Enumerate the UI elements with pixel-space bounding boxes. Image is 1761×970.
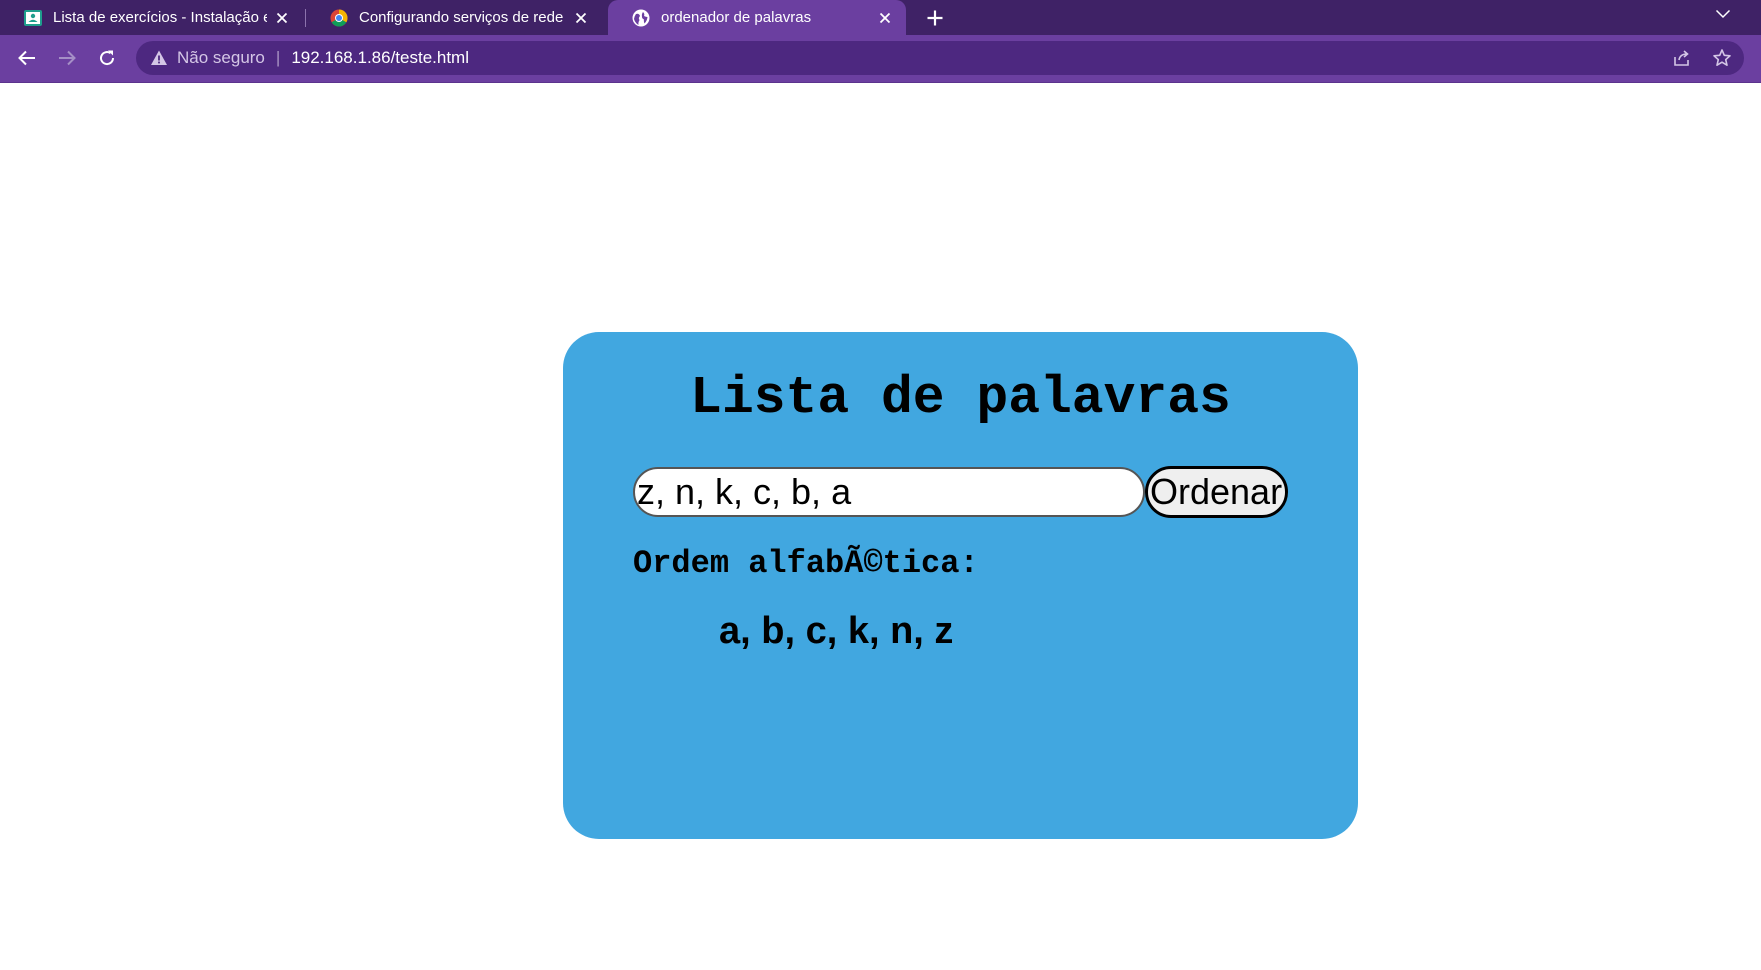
bookmark-button[interactable] bbox=[1705, 41, 1739, 75]
chrome-icon bbox=[330, 9, 348, 26]
globe-icon bbox=[632, 9, 650, 26]
close-icon[interactable] bbox=[267, 3, 297, 33]
result-value: a, b, c, k, n, z bbox=[719, 610, 954, 652]
sorter-card: Lista de palavras Ordenar Ordem alfabÃ©t… bbox=[563, 332, 1358, 839]
tab-lista-exercicios[interactable]: Lista de exercícios - Instalação e c bbox=[0, 0, 303, 35]
close-icon[interactable] bbox=[870, 3, 900, 33]
back-button[interactable] bbox=[10, 41, 44, 75]
share-button[interactable] bbox=[1665, 41, 1699, 75]
url-text[interactable]: 192.168.1.86/teste.html bbox=[291, 48, 469, 68]
browser-window: Lista de exercícios - Instalação e c Con… bbox=[0, 0, 1761, 970]
tab-title: Configurando serviços de rede bbox=[359, 9, 564, 26]
tab-configurando-servicos[interactable]: Configurando serviços de rede bbox=[306, 0, 602, 35]
tab-ordenador-palavras[interactable]: ordenador de palavras bbox=[608, 0, 906, 35]
result-label: Ordem alfabÃ©tica: bbox=[633, 545, 979, 582]
arrow-right-icon bbox=[59, 50, 76, 66]
page-title: Lista de palavras bbox=[690, 368, 1231, 428]
words-input[interactable] bbox=[633, 467, 1145, 517]
new-tab-button[interactable] bbox=[918, 0, 952, 35]
omnibox-divider: | bbox=[275, 48, 281, 67]
tab-search-button[interactable] bbox=[1706, 0, 1740, 28]
arrow-left-icon bbox=[18, 50, 35, 66]
tab-strip: Lista de exercícios - Instalação e c Con… bbox=[0, 0, 1761, 35]
classroom-icon bbox=[24, 9, 42, 26]
star-icon bbox=[1713, 49, 1731, 66]
plus-icon bbox=[927, 10, 943, 25]
forward-button[interactable] bbox=[50, 41, 84, 75]
share-icon bbox=[1674, 50, 1689, 66]
warning-icon[interactable] bbox=[150, 49, 168, 67]
address-bar[interactable]: Não seguro | 192.168.1.86/teste.html bbox=[136, 41, 1744, 75]
tab-title: Lista de exercícios - Instalação e c bbox=[53, 9, 267, 26]
browser-toolbar: Não seguro | 192.168.1.86/teste.html bbox=[0, 35, 1761, 83]
security-status[interactable]: Não seguro bbox=[177, 48, 265, 68]
sort-button[interactable]: Ordenar bbox=[1145, 466, 1288, 518]
close-icon[interactable] bbox=[566, 3, 596, 33]
chevron-down-icon bbox=[1715, 9, 1731, 19]
reload-icon bbox=[100, 50, 115, 66]
tab-title: ordenador de palavras bbox=[661, 9, 812, 26]
reload-button[interactable] bbox=[90, 41, 124, 75]
